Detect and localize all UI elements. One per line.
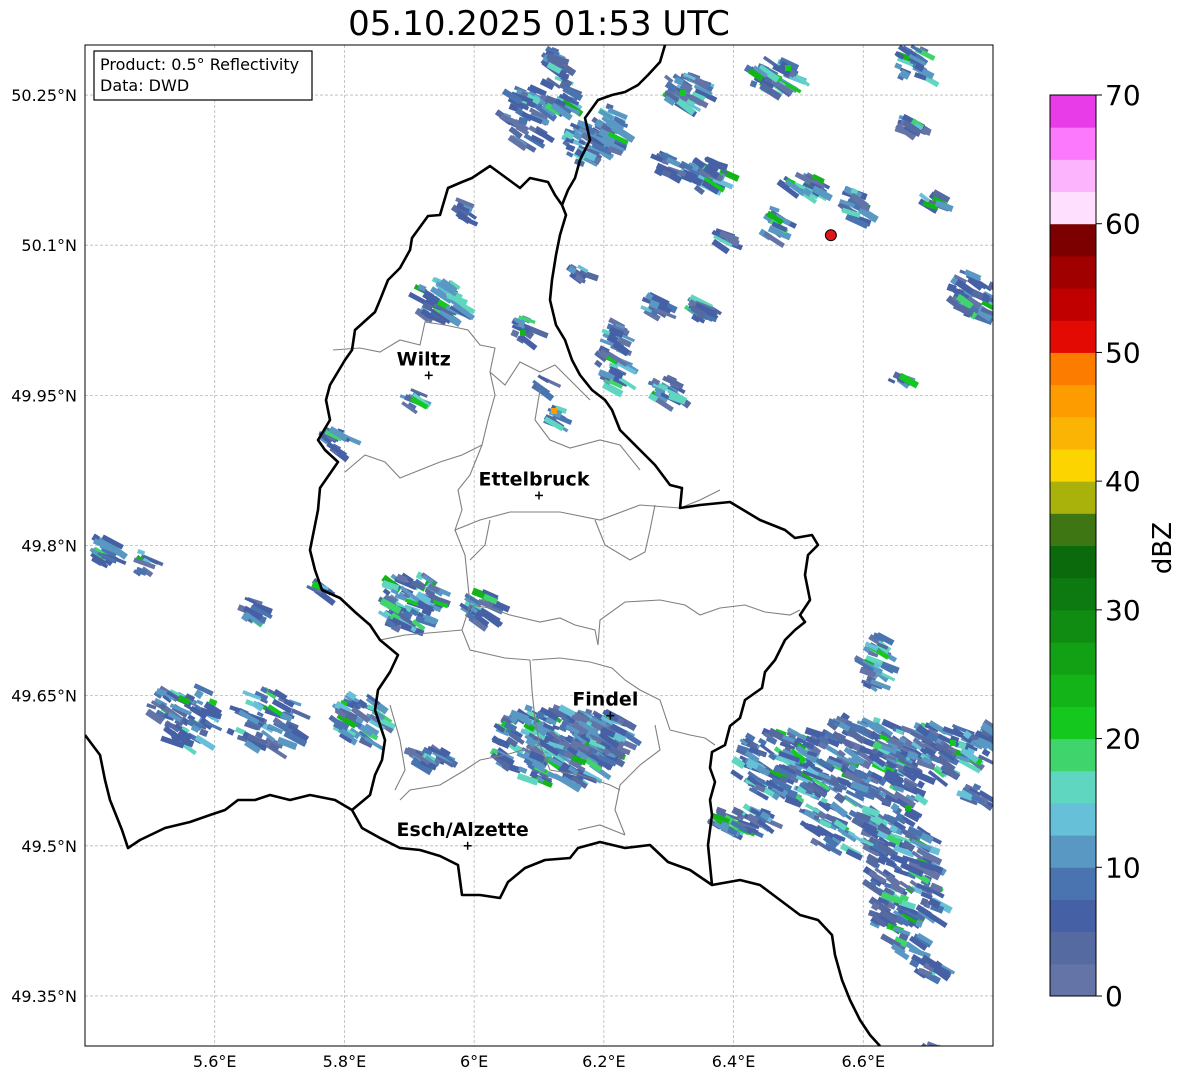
city-label: Findel xyxy=(572,689,638,711)
lon-tick-label: 6.2°E xyxy=(582,1052,626,1071)
lon-tick-label: 5.8°E xyxy=(323,1052,367,1071)
radar-map[interactable]: Wiltz Ettelbruck Findel Esch/Alzette 50.25°… xyxy=(0,0,1184,1081)
lon-tick-label: 5.6°E xyxy=(193,1052,237,1071)
info-source: Data: DWD xyxy=(100,76,189,95)
radar-site-marker[interactable] xyxy=(824,229,837,242)
lat-tick-label: 49.65°N xyxy=(11,687,77,706)
info-box: Product: 0.5° Reflectivity Data: DWD xyxy=(93,50,313,101)
lat-tick-label: 49.8°N xyxy=(21,537,77,556)
info-product: Product: 0.5° Reflectivity xyxy=(100,55,299,74)
city-label: Ettelbruck xyxy=(479,468,590,490)
lat-tick-label: 50.1°N xyxy=(21,236,77,255)
lat-tick-label: 49.95°N xyxy=(11,386,77,405)
lat-tick-label: 49.5°N xyxy=(21,837,77,856)
lon-tick-label: 6.4°E xyxy=(712,1052,756,1071)
lon-tick-label: 6.6°E xyxy=(842,1052,886,1071)
lat-tick-label: 49.35°N xyxy=(11,987,77,1006)
city-label: Wiltz xyxy=(397,348,451,370)
lon-tick-label: 6°E xyxy=(460,1052,488,1071)
city-label: Esch/Alzette xyxy=(397,819,529,841)
lat-tick-label: 50.25°N xyxy=(11,86,77,105)
